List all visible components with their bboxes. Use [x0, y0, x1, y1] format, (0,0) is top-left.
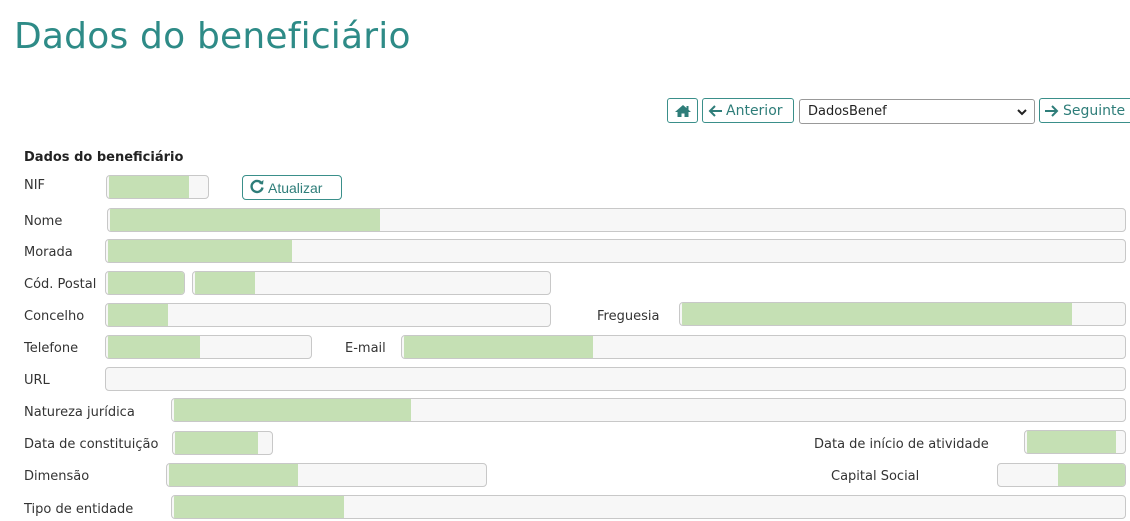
- redacted-value: [169, 464, 298, 486]
- redacted-value: [109, 176, 189, 198]
- cod-postal-locality-input[interactable]: [192, 271, 551, 295]
- dimensao-input[interactable]: [166, 463, 487, 487]
- home-button[interactable]: [667, 98, 698, 123]
- telefone-label: Telefone: [24, 341, 79, 356]
- email-input[interactable]: [401, 335, 1126, 359]
- anterior-label: Anterior: [726, 102, 783, 119]
- refresh-icon: [249, 178, 265, 197]
- redacted-value: [108, 304, 168, 326]
- url-input[interactable]: [105, 367, 1126, 391]
- data-inicio-label: Data de início de atividade: [814, 437, 989, 452]
- redacted-value: [404, 336, 593, 358]
- arrow-left-icon: [707, 104, 723, 118]
- morada-input[interactable]: [105, 239, 1126, 263]
- capital-social-input[interactable]: [997, 463, 1126, 487]
- redacted-value: [108, 336, 200, 358]
- concelho-input[interactable]: [105, 303, 551, 327]
- natureza-input[interactable]: [171, 398, 1126, 422]
- nif-label: NIF: [24, 178, 46, 193]
- chevron-down-icon: [1016, 106, 1028, 122]
- nome-label: Nome: [24, 214, 63, 229]
- redacted-value: [1027, 431, 1116, 453]
- home-icon: [674, 104, 692, 118]
- tipo-entidade-input[interactable]: [171, 495, 1126, 519]
- redacted-value: [174, 496, 344, 518]
- natureza-label: Natureza jurídica: [24, 405, 135, 420]
- email-label: E-mail: [345, 341, 386, 356]
- url-label: URL: [24, 373, 50, 388]
- dimensao-label: Dimensão: [24, 469, 90, 484]
- seguinte-label: Seguinte: [1063, 102, 1126, 119]
- seguinte-button[interactable]: Seguinte: [1039, 98, 1130, 123]
- freguesia-input[interactable]: [679, 302, 1126, 326]
- redacted-value: [174, 399, 411, 421]
- data-constituicao-label: Data de constituição: [24, 437, 159, 452]
- redacted-value: [195, 272, 255, 294]
- data-inicio-input[interactable]: [1024, 430, 1126, 454]
- redacted-value: [1058, 464, 1125, 486]
- morada-label: Morada: [24, 245, 73, 260]
- nome-input[interactable]: [107, 208, 1126, 232]
- redacted-value: [110, 209, 380, 231]
- page-select-value: DadosBenef: [808, 104, 887, 119]
- redacted-value: [682, 303, 1072, 325]
- concelho-label: Concelho: [24, 309, 85, 324]
- capital-social-label: Capital Social: [831, 469, 920, 484]
- section-title: Dados do beneficiário: [24, 150, 184, 165]
- arrow-right-icon: [1044, 104, 1060, 118]
- page-select[interactable]: DadosBenef: [799, 99, 1035, 124]
- nif-input[interactable]: [106, 175, 209, 199]
- cod-postal-input[interactable]: [105, 271, 185, 295]
- atualizar-button[interactable]: Atualizar: [242, 175, 342, 200]
- page-title: Dados do beneficiário: [14, 16, 411, 57]
- freguesia-label: Freguesia: [597, 309, 660, 324]
- anterior-button[interactable]: Anterior: [702, 98, 794, 123]
- redacted-value: [175, 432, 258, 454]
- tipo-entidade-label: Tipo de entidade: [24, 502, 134, 517]
- redacted-value: [108, 240, 292, 262]
- atualizar-label: Atualizar: [268, 179, 323, 196]
- cod-postal-label: Cód. Postal: [24, 277, 97, 292]
- telefone-input[interactable]: [105, 335, 312, 359]
- redacted-value: [108, 272, 184, 294]
- data-constituicao-input[interactable]: [172, 431, 273, 455]
